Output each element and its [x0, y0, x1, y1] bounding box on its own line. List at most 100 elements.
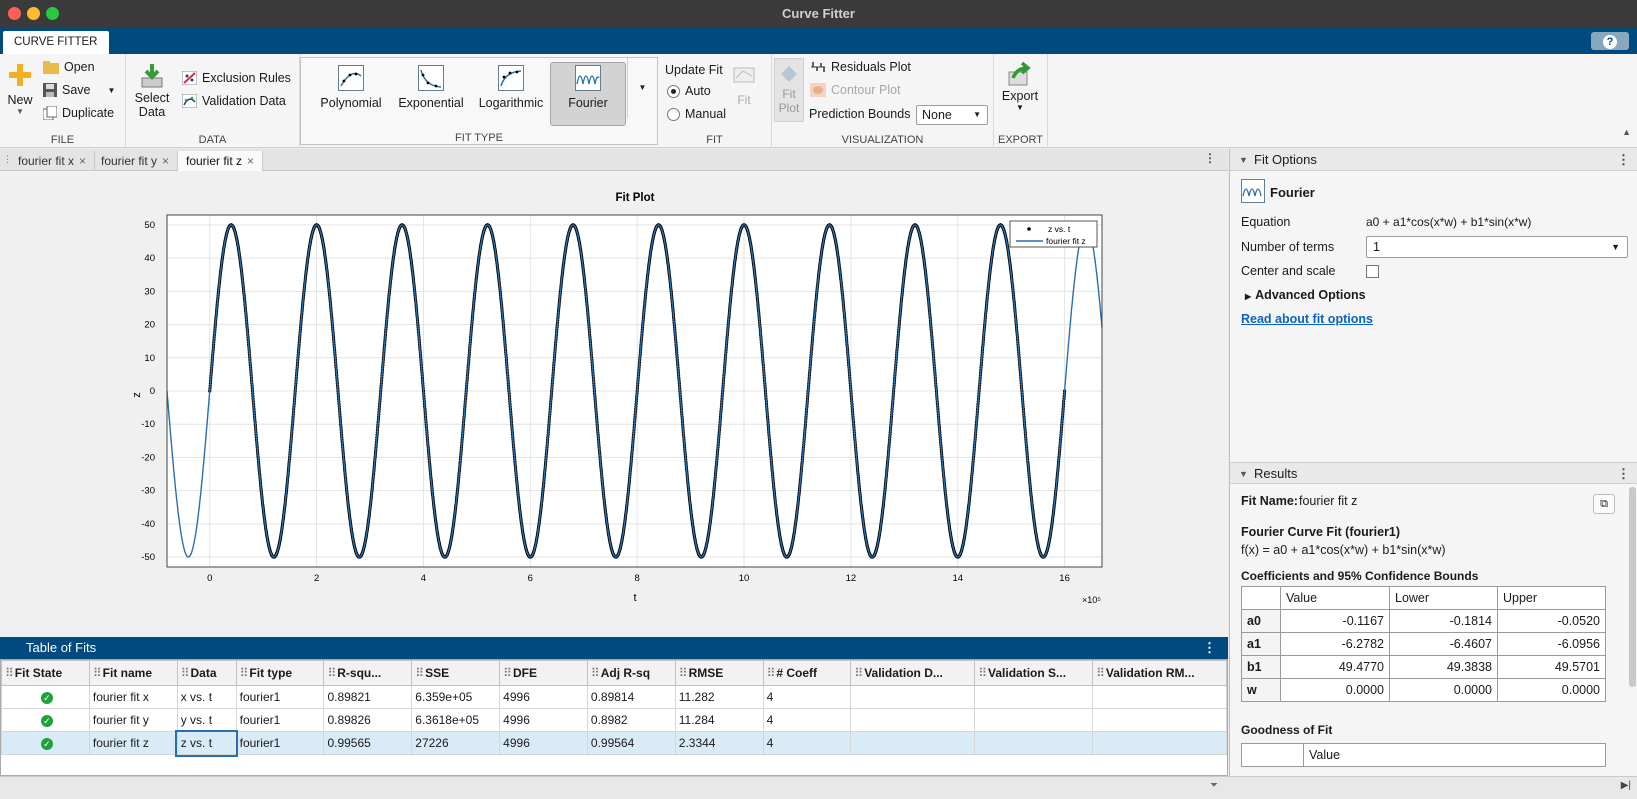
- cell-data[interactable]: y vs. t: [176, 708, 237, 732]
- resize-icon[interactable]: ⏷: [1210, 780, 1218, 791]
- manual-radio[interactable]: Manual: [667, 107, 726, 121]
- table-row[interactable]: ✓ fourier fit yy vs. t fourier1 0.89826 6.36…: [1, 708, 1227, 732]
- visualization-section-label: VISUALIZATION: [841, 134, 924, 146]
- copy-icon[interactable]: ⧉: [1593, 494, 1615, 514]
- fit-plot-label-1: Fit: [782, 87, 796, 101]
- table-of-fits-title: Table of Fits: [26, 640, 97, 655]
- fourier-icon: [1241, 179, 1265, 203]
- drag-handle-icon[interactable]: ⠿: [5, 666, 14, 680]
- fit-plot-button[interactable]: Fit Plot: [774, 58, 804, 122]
- drag-handle-icon[interactable]: ⠿: [327, 666, 336, 680]
- results-scrollbar[interactable]: [1629, 487, 1636, 687]
- auto-radio[interactable]: Auto: [667, 84, 711, 98]
- new-button[interactable]: New ▼: [4, 62, 36, 116]
- fit-button[interactable]: Fit: [731, 64, 757, 107]
- doc-tab-fourier-fit-z[interactable]: fourier fit z ×: [178, 151, 264, 171]
- read-about-fit-options-link[interactable]: Read about fit options: [1241, 312, 1373, 326]
- drag-handle-icon[interactable]: ⠿: [591, 666, 600, 680]
- gof-header-row: Value: [1241, 743, 1606, 767]
- coef-col-header: Value: [1280, 586, 1390, 610]
- fit-options-header[interactable]: ▼ Fit Options ⋮: [1230, 149, 1637, 171]
- close-icon[interactable]: ×: [247, 154, 254, 168]
- fit-type-logarithmic[interactable]: Logarithmic: [473, 63, 549, 123]
- duplicate-button[interactable]: Duplicate: [43, 106, 114, 120]
- x-tick-label: 4: [421, 573, 426, 584]
- column-header[interactable]: ⠿ Validation D...: [850, 660, 976, 686]
- column-header[interactable]: ⠿ Fit State: [1, 660, 90, 686]
- column-header[interactable]: ⠿ RMSE: [674, 660, 764, 686]
- column-header[interactable]: ⠿ Data: [176, 660, 237, 686]
- number-of-terms-dropdown[interactable]: 1 ▼: [1366, 236, 1628, 258]
- fit-type-exponential[interactable]: Exponential: [393, 63, 469, 123]
- column-header[interactable]: ⠿ DFE: [499, 660, 588, 686]
- drag-handle-icon[interactable]: ⠿: [240, 666, 249, 680]
- fit-type-polynomial[interactable]: Polynomial: [313, 63, 389, 123]
- drag-handle-icon[interactable]: ⠿: [415, 666, 424, 680]
- doc-tab-fourier-fit-y[interactable]: fourier fit y ×: [93, 151, 179, 171]
- cell-data[interactable]: z vs. t: [175, 729, 239, 757]
- collapse-toolstrip-icon[interactable]: ▲: [1622, 127, 1631, 137]
- column-header[interactable]: ⠿ SSE: [411, 660, 501, 686]
- drag-handle-icon[interactable]: ⠿: [978, 666, 987, 680]
- save-button[interactable]: Save ▼: [43, 83, 115, 97]
- y-tick-label: 30: [144, 286, 155, 297]
- drag-handle-icon[interactable]: ⠿: [1096, 666, 1105, 680]
- gallery-expand-button[interactable]: ▼: [627, 58, 657, 118]
- table-row[interactable]: ✓ fourier fit xx vs. t fourier1 0.89821 6.35…: [1, 685, 1227, 709]
- more-options-icon[interactable]: ⋮: [1204, 151, 1216, 165]
- tab-curve-fitter[interactable]: CURVE FITTER: [3, 31, 109, 54]
- help-button[interactable]: ?: [1591, 32, 1629, 50]
- doc-tab-fourier-fit-x[interactable]: fourier fit x ×: [10, 151, 96, 171]
- drag-handle-icon[interactable]: ⠿: [854, 666, 863, 680]
- export-button[interactable]: Export ▼: [998, 61, 1042, 112]
- y-tick-label: -10: [141, 419, 155, 430]
- contour-plot-button[interactable]: Contour Plot: [810, 83, 900, 97]
- close-icon[interactable]: ×: [162, 154, 169, 168]
- cell-adj: 0.89814: [586, 685, 676, 709]
- chevron-down-icon[interactable]: ▼: [108, 86, 116, 95]
- drag-handle-icon[interactable]: ⠿: [181, 666, 190, 680]
- fit-type-fourier[interactable]: Fourier: [550, 62, 626, 126]
- column-header[interactable]: ⠿ Validation S...: [974, 660, 1094, 686]
- drag-handle-icon[interactable]: ⠿: [679, 666, 688, 680]
- fit-options-title: Fit Options: [1254, 152, 1317, 167]
- close-icon[interactable]: ×: [79, 154, 86, 168]
- fit-plot-icon: [781, 66, 797, 82]
- cell-dfe: 4996: [499, 708, 588, 732]
- column-header[interactable]: ⠿ Fit type: [235, 660, 325, 686]
- doc-tab-label: fourier fit z: [186, 154, 243, 168]
- advanced-options-toggle[interactable]: ▶ Advanced Options: [1245, 288, 1366, 302]
- prediction-bounds-value: None: [922, 108, 952, 122]
- cell-data[interactable]: x vs. t: [176, 685, 237, 709]
- more-options-icon[interactable]: ⋮: [1617, 463, 1630, 485]
- open-button[interactable]: Open: [43, 60, 95, 74]
- advanced-options-label: Advanced Options: [1255, 288, 1366, 302]
- more-options-icon[interactable]: ⋮: [1203, 637, 1216, 659]
- table-row[interactable]: ✓ fourier fit zz vs. t fourier1 0.99565 2722…: [1, 729, 1227, 757]
- legend-marker-data: [1027, 227, 1031, 231]
- cell-rmse: 11.284: [674, 708, 764, 732]
- results-header[interactable]: ▼ Results ⋮: [1230, 462, 1637, 484]
- column-header[interactable]: ⠿ Fit name: [88, 660, 178, 686]
- more-options-icon[interactable]: ⋮: [1617, 149, 1630, 171]
- validation-data-button[interactable]: Validation Data: [182, 94, 286, 108]
- legend-label-fit: fourier fit z: [1046, 236, 1086, 246]
- fourier-label: Fourier: [568, 96, 608, 110]
- drag-handle-icon[interactable]: ⠿: [503, 666, 512, 680]
- column-header[interactable]: ⠿ Validation RM...: [1092, 660, 1227, 686]
- expand-pane-icon[interactable]: ▶|: [1621, 780, 1631, 791]
- cell-type: fourier1: [235, 708, 325, 732]
- cell-validation: [850, 731, 976, 755]
- drag-handle-icon[interactable]: ⠿: [93, 666, 102, 680]
- drag-handle-icon[interactable]: ⠿: [767, 666, 776, 680]
- fit-plot-chart[interactable]: Fit Plot 0 2 4 6 8 10 12 14 16 50 40 30 20 10 0 -10 -20 -…: [0, 171, 1228, 637]
- column-header[interactable]: ⠿ R-squ...: [323, 660, 413, 686]
- residuals-plot-button[interactable]: Residuals Plot: [810, 60, 911, 74]
- select-data-button[interactable]: Select Data: [132, 62, 172, 119]
- column-header[interactable]: ⠿ # Coeff: [762, 660, 852, 686]
- chevron-down-icon: ▼: [973, 110, 981, 119]
- exclusion-rules-button[interactable]: Exclusion Rules: [182, 71, 291, 85]
- center-and-scale-checkbox[interactable]: [1366, 265, 1379, 278]
- prediction-bounds-dropdown[interactable]: None ▼: [916, 105, 988, 125]
- column-header[interactable]: ⠿ Adj R-sq: [586, 660, 676, 686]
